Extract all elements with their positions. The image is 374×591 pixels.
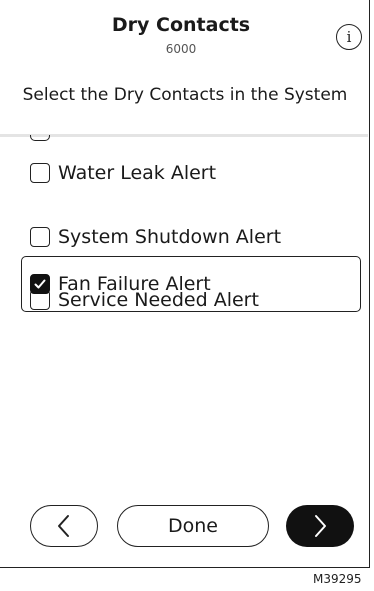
- list-item-fan-failure-alert[interactable]: Fan Failure Alert: [30, 269, 211, 299]
- checkbox-system-shutdown-alert[interactable]: [30, 227, 50, 247]
- next-button[interactable]: [286, 505, 354, 547]
- chevron-left-icon: [58, 515, 69, 537]
- partial-checkbox-scrolled: [30, 135, 50, 141]
- checkbox-water-leak-alert[interactable]: [30, 163, 50, 183]
- back-button[interactable]: [30, 505, 98, 547]
- list-item-label: System Shutdown Alert: [58, 226, 282, 248]
- done-button[interactable]: Done: [117, 505, 269, 547]
- list-item-water-leak-alert[interactable]: Water Leak Alert: [30, 158, 216, 188]
- page-subtitle: 6000: [165, 42, 197, 56]
- chevron-right-icon: [315, 515, 326, 537]
- info-icon: i: [346, 28, 352, 46]
- checkbox-fan-failure-alert[interactable]: [30, 274, 50, 294]
- list-item-label: Water Leak Alert: [58, 162, 217, 184]
- list-item-label: Fan Failure Alert: [58, 273, 211, 295]
- checkmark-icon: [34, 279, 46, 289]
- scroll-divider: [0, 134, 368, 137]
- instruction-text: Select the Dry Contacts in the System: [22, 85, 348, 105]
- info-button[interactable]: i: [336, 24, 362, 50]
- page-title: Dry Contacts: [111, 14, 251, 36]
- list-item-system-shutdown-alert[interactable]: System Shutdown Alert: [30, 222, 281, 252]
- figure-id-label: M39295: [313, 572, 362, 586]
